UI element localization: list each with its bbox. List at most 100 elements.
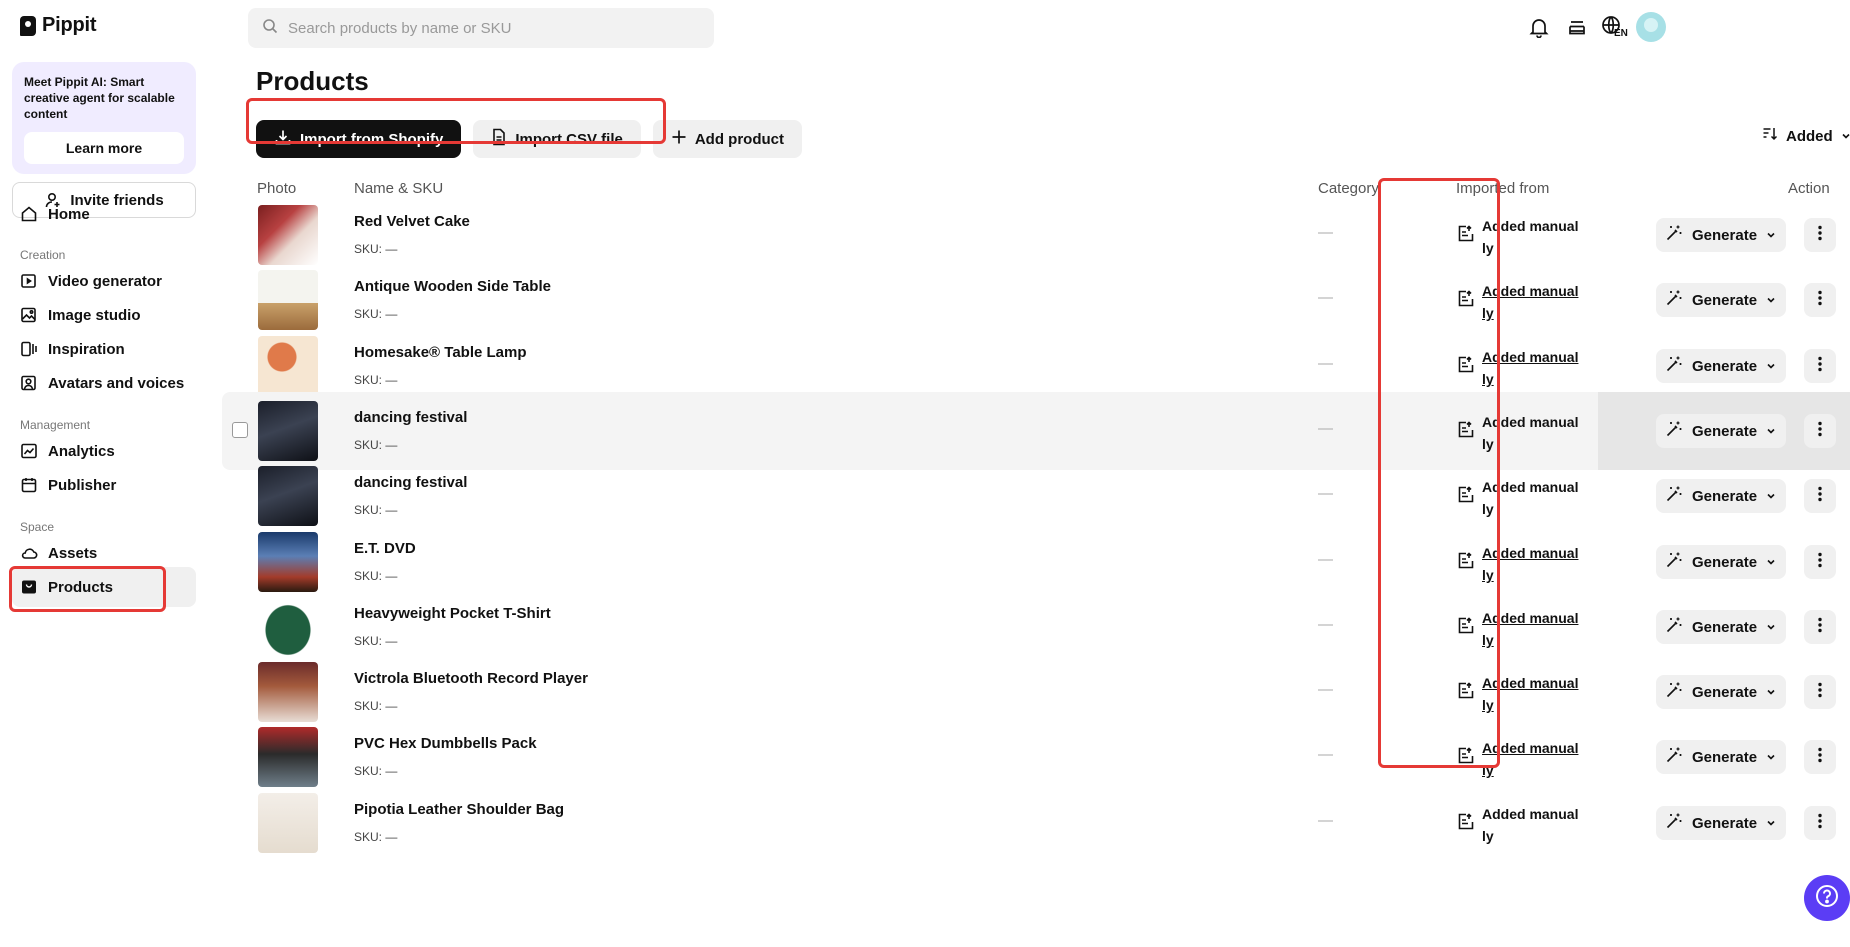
- import-source-line-2: ly: [1482, 371, 1494, 387]
- product-category: —: [1318, 551, 1333, 568]
- import-from-shopify-button[interactable]: Import from Shopify: [256, 120, 462, 158]
- sidebar-item-publisher[interactable]: Publisher: [12, 465, 196, 505]
- sidebar-item-label: Image studio: [48, 306, 141, 324]
- vertical-dots-icon: [1818, 486, 1822, 506]
- product-name[interactable]: dancing festival: [354, 474, 467, 491]
- import-source-text: Added manual ly: [1482, 280, 1582, 324]
- row-checkbox[interactable]: [232, 422, 248, 438]
- product-thumbnail[interactable]: [258, 466, 318, 526]
- import-source-line-2: ly: [1482, 501, 1494, 517]
- product-thumbnail[interactable]: [258, 793, 318, 853]
- import-source-text: Added manual ly: [1482, 542, 1582, 586]
- more-options-button[interactable]: [1804, 414, 1836, 448]
- generate-button[interactable]: Generate: [1656, 675, 1786, 709]
- product-category: —: [1318, 355, 1333, 372]
- sidebar-item-avatars-voices[interactable]: Avatars and voices: [12, 363, 196, 403]
- product-thumbnail[interactable]: [258, 662, 318, 722]
- user-avatar[interactable]: [1636, 12, 1666, 42]
- sidebar-item-label: Home: [48, 205, 90, 223]
- magic-wand-icon: [1665, 746, 1683, 768]
- import-source-line-1: Added manual: [1482, 479, 1579, 495]
- product-name[interactable]: Heavyweight Pocket T-Shirt: [354, 605, 551, 622]
- add-product-label: Add product: [694, 130, 784, 148]
- sidebar-item-home[interactable]: Home: [12, 194, 196, 234]
- import-csv-button[interactable]: Import CSV file: [473, 120, 641, 158]
- import-source-line-1: Added manual: [1482, 610, 1579, 626]
- sidebar-item-products[interactable]: Products: [12, 567, 196, 607]
- generate-button[interactable]: Generate: [1656, 610, 1786, 644]
- product-name[interactable]: Red Velvet Cake: [354, 213, 470, 230]
- product-name[interactable]: Homesake® Table Lamp: [354, 344, 527, 361]
- page-title: Products: [256, 66, 369, 96]
- import-source-line-1: Added manual: [1482, 675, 1579, 691]
- import-source-text: Added manual ly: [1482, 607, 1582, 651]
- more-options-button[interactable]: [1804, 283, 1836, 317]
- product-name[interactable]: dancing festival: [354, 409, 467, 426]
- generate-button[interactable]: Generate: [1656, 283, 1786, 317]
- stack-icon[interactable]: [1562, 12, 1592, 42]
- more-options-button[interactable]: [1804, 610, 1836, 644]
- import-source-line-1: Added manual: [1482, 806, 1579, 822]
- product-toolbar: Import from Shopify Import CSV file Add …: [256, 120, 802, 158]
- learn-more-button[interactable]: Learn more: [24, 132, 184, 164]
- magic-wand-icon: [1665, 551, 1683, 573]
- help-button[interactable]: [1804, 875, 1850, 921]
- product-thumbnail[interactable]: [258, 336, 318, 396]
- product-thumbnail[interactable]: [258, 532, 318, 592]
- generate-button[interactable]: Generate: [1656, 414, 1786, 448]
- more-options-button[interactable]: [1804, 218, 1836, 252]
- import-source-text: Added manual ly: [1482, 672, 1582, 716]
- product-thumbnail[interactable]: [258, 270, 318, 330]
- import-source-text: Added manual ly: [1482, 476, 1582, 520]
- add-product-button[interactable]: Add product: [652, 120, 802, 158]
- top-right-toolbar: EN: [1450, 12, 1850, 42]
- product-sku: SKU: —: [354, 503, 398, 517]
- chevron-down-icon: [1766, 684, 1776, 701]
- column-header-imported-from: Imported from: [1456, 180, 1550, 197]
- table-row[interactable]: Pipotia Leather Shoulder Bag SKU: — — Ad…: [222, 784, 1850, 862]
- product-name[interactable]: E.T. DVD: [354, 540, 416, 557]
- generate-button[interactable]: Generate: [1656, 806, 1786, 840]
- notification-bell-icon[interactable]: [1524, 12, 1554, 42]
- product-thumbnail[interactable]: [258, 205, 318, 265]
- product-sku: SKU: —: [354, 634, 398, 648]
- more-options-button[interactable]: [1804, 349, 1836, 383]
- product-name[interactable]: Victrola Bluetooth Record Player: [354, 670, 588, 687]
- generate-button[interactable]: Generate: [1656, 740, 1786, 774]
- product-sku: SKU: —: [354, 699, 398, 713]
- product-thumbnail[interactable]: [258, 727, 318, 787]
- analytics-icon: [20, 442, 38, 460]
- product-thumbnail[interactable]: [258, 401, 318, 461]
- sort-dropdown[interactable]: Added: [1762, 126, 1850, 146]
- generate-button[interactable]: Generate: [1656, 479, 1786, 513]
- more-options-button[interactable]: [1804, 675, 1836, 709]
- product-name[interactable]: Pipotia Leather Shoulder Bag: [354, 801, 564, 818]
- generate-button[interactable]: Generate: [1656, 218, 1786, 252]
- search-bar[interactable]: [248, 8, 714, 48]
- product-thumbnail[interactable]: [258, 597, 318, 657]
- language-globe-icon[interactable]: EN: [1598, 12, 1628, 42]
- column-header-action: Action: [1788, 180, 1830, 197]
- product-name[interactable]: PVC Hex Dumbbells Pack: [354, 735, 537, 752]
- more-options-button[interactable]: [1804, 545, 1836, 579]
- import-source-line-1: Added manual: [1482, 740, 1579, 756]
- import-source-line-2: ly: [1482, 436, 1494, 452]
- generate-label: Generate: [1692, 291, 1758, 309]
- more-options-button[interactable]: [1804, 806, 1836, 840]
- more-options-button[interactable]: [1804, 479, 1836, 513]
- product-category: —: [1318, 420, 1333, 437]
- import-source-icon: [1456, 485, 1476, 505]
- sidebar: Pippit Meet Pippit AI: Smart creative ag…: [0, 0, 208, 947]
- generate-button[interactable]: Generate: [1656, 349, 1786, 383]
- sidebar-item-label: Inspiration: [48, 340, 125, 358]
- product-name[interactable]: Antique Wooden Side Table: [354, 278, 551, 295]
- generate-button[interactable]: Generate: [1656, 545, 1786, 579]
- magic-wand-icon: [1665, 420, 1683, 442]
- magic-wand-icon: [1665, 812, 1683, 834]
- more-options-button[interactable]: [1804, 740, 1836, 774]
- search-input[interactable]: [288, 19, 688, 37]
- inspiration-icon: [20, 340, 38, 358]
- pippit-logo[interactable]: Pippit: [20, 14, 97, 37]
- import-source-icon: [1456, 224, 1476, 244]
- promo-text: Meet Pippit AI: Smart creative agent for…: [24, 75, 175, 121]
